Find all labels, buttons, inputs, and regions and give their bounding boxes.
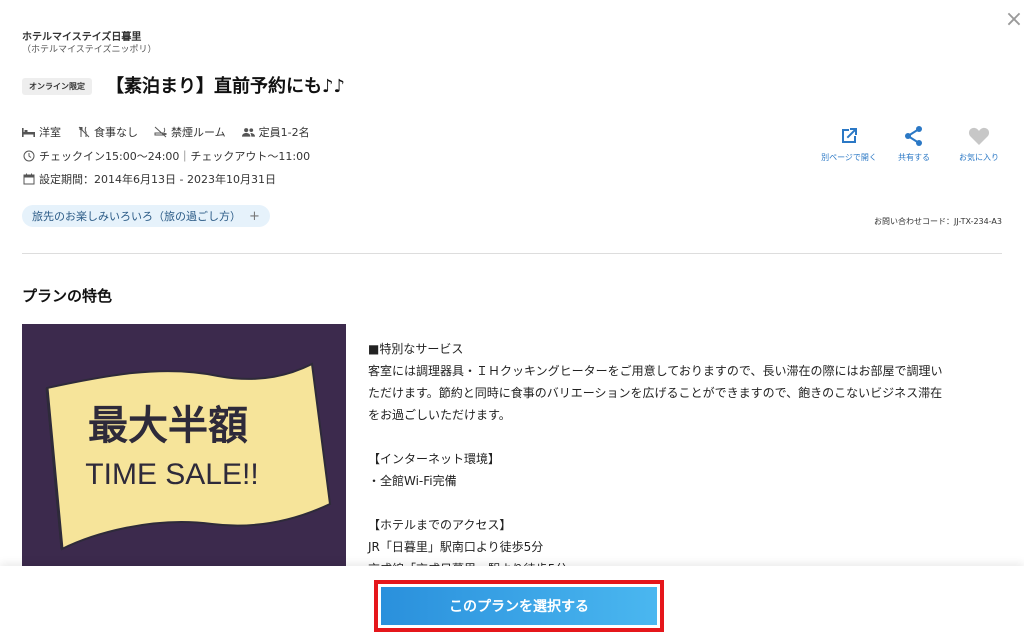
favorite-button[interactable]: お気に入り (939, 122, 1019, 163)
capacity-label: 定員1-2名 (258, 126, 310, 139)
description-line (368, 426, 1004, 448)
checkin-checkout-text: チェックイン15:00〜24:00｜チェックアウト〜11:00 (39, 150, 311, 163)
open-new-page-label: 別ページで開く (821, 153, 877, 162)
bed-icon (22, 126, 35, 139)
no-smoking-icon (154, 126, 167, 139)
travel-tips-tag[interactable]: 旅先のお楽しみいろいろ（旅の過ごし方） + (22, 205, 270, 227)
room-attributes: 洋室 食事なし 禁煙ルーム 定員1-2名 (22, 124, 326, 140)
description-line (368, 492, 1004, 514)
description-line: ただけます。節約と同時に食事のバリエーションを広げることができますので、飽きのこ… (368, 386, 943, 400)
description-line: 【インターネット環境】 (368, 452, 501, 466)
description-line: 客室には調理器具・ＩＨクッキングヒーターをご用意しておりますので、長い滞在の際に… (368, 364, 943, 378)
smoking-info: 禁煙ルーム (154, 124, 226, 140)
calendar-icon (22, 173, 35, 186)
hotel-name-kana: （ホテルマイステイズニッポリ） (22, 45, 157, 55)
favorite-label: お気に入り (959, 153, 999, 162)
select-plan-button[interactable]: このプランを選択する (381, 587, 657, 625)
room-type-label: 洋室 (39, 126, 61, 139)
hotel-name: ホテルマイステイズ日暮里 (22, 32, 142, 43)
no-meal-icon (77, 126, 90, 139)
clock-icon (22, 150, 35, 163)
close-icon[interactable]: × (1002, 8, 1024, 32)
description-line: ・全館Wi-Fi完備 (368, 474, 457, 488)
share-label: 共有する (898, 153, 930, 162)
sale-sub-text: TIME SALE!! (85, 458, 258, 491)
divider (22, 253, 1002, 254)
time-sale-image: 最大半額 TIME SALE!! (22, 324, 346, 569)
period-row: 設定期間：2014年6月13日 - 2023年10月31日 (22, 171, 276, 187)
contact-code: お問い合わせコード：JJ-TX-234-A3 (874, 217, 1002, 226)
heart-icon (968, 122, 990, 150)
sale-main-text: 最大半額 (88, 403, 248, 449)
people-icon (241, 126, 255, 139)
smoking-label: 禁煙ルーム (171, 126, 226, 139)
plan-description: ■特別なサービス 客室には調理器具・ＩＨクッキングヒーターをご用意しておりますの… (368, 338, 1004, 580)
meal-label: 食事なし (94, 126, 138, 139)
section-title: プランの特色 (22, 287, 113, 305)
checkin-row: チェックイン15:00〜24:00｜チェックアウト〜11:00 (22, 148, 310, 164)
description-line: 【ホテルまでのアクセス】 (368, 518, 512, 532)
share-icon (903, 122, 925, 150)
plus-icon: + (249, 208, 260, 224)
capacity-info: 定員1-2名 (241, 124, 310, 140)
room-type: 洋室 (22, 124, 61, 140)
external-link-icon (838, 122, 860, 150)
description-line: ■特別なサービス (368, 342, 464, 356)
meal-info: 食事なし (77, 124, 138, 140)
sale-flag-graphic: 最大半額 TIME SALE!! (22, 324, 346, 569)
plan-title: 【素泊まり】直前予約にも♪♪ (106, 76, 345, 97)
description-line: をお過ごしいただけます。 (368, 408, 511, 422)
setting-period-text: 設定期間：2014年6月13日 - 2023年10月31日 (39, 173, 276, 186)
travel-tips-label: 旅先のお楽しみいろいろ（旅の過ごし方） (32, 210, 241, 223)
description-line: JR「日暮里」駅南口より徒歩5分 (368, 540, 544, 554)
online-only-badge: オンライン限定 (22, 78, 92, 95)
